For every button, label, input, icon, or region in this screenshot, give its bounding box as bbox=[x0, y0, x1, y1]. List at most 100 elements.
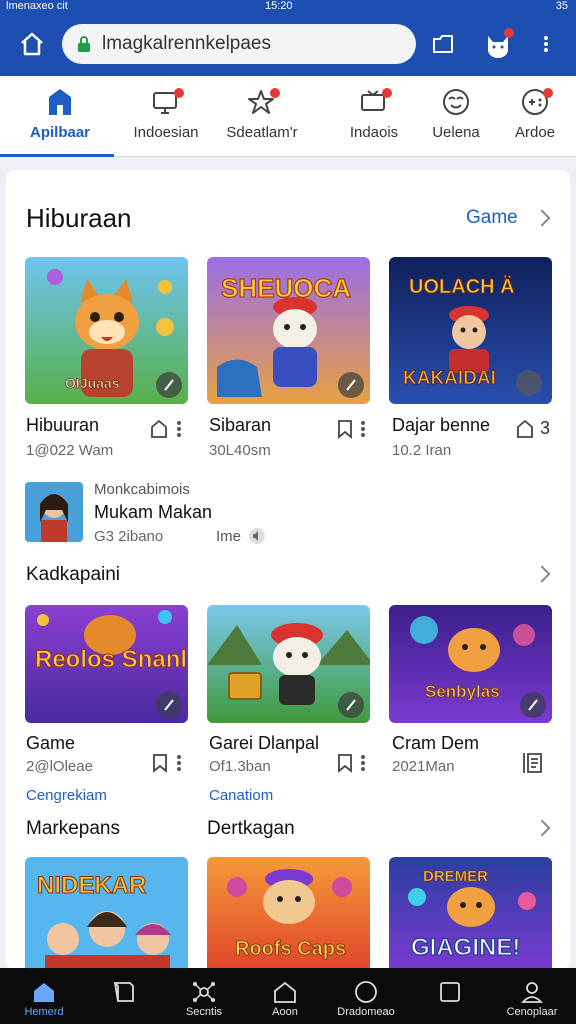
chevron-right-icon[interactable] bbox=[533, 209, 551, 227]
game-meta: 2@lOleae bbox=[26, 758, 93, 775]
more-options-icon[interactable] bbox=[361, 755, 365, 771]
game-thumbnail[interactable]: Senbylas bbox=[389, 605, 552, 723]
game-thumbnail[interactable]: OIJuaas bbox=[25, 257, 188, 404]
square-icon bbox=[438, 980, 462, 1004]
person-icon bbox=[520, 980, 544, 1004]
nav-aoon[interactable]: Aoon bbox=[245, 968, 325, 1024]
sound-icon[interactable] bbox=[248, 527, 266, 545]
chevron-right-icon[interactable] bbox=[533, 565, 551, 583]
game-thumbnail[interactable]: DREMER GIAGINE! bbox=[389, 857, 552, 970]
section-title: Dertkagan bbox=[207, 818, 295, 839]
monitor-icon bbox=[150, 86, 184, 118]
thumbnail-art-text: DREMER bbox=[423, 868, 488, 885]
fold-icon bbox=[112, 980, 136, 1004]
thumbnail-art-text: NIDEKAR bbox=[37, 872, 146, 899]
tab-indoesian[interactable]: Indoesian bbox=[118, 76, 214, 156]
side-count: 3 bbox=[540, 418, 551, 438]
game-title[interactable]: Dajar benne bbox=[392, 415, 490, 436]
url-text: lmagkalrennkelpaes bbox=[102, 33, 271, 54]
section-title: Markepans bbox=[26, 818, 120, 839]
home-icon bbox=[32, 980, 56, 1004]
content-card: Hiburaan Game OIJuaas SHEUOCA UOLACH Ä K… bbox=[6, 170, 570, 970]
tv-icon bbox=[358, 86, 392, 118]
bookmark-icon[interactable] bbox=[516, 419, 534, 439]
home-shape-icon bbox=[44, 86, 76, 118]
game-title[interactable]: Cram Dem bbox=[392, 733, 479, 754]
status-left: lmenaxeo cit bbox=[6, 0, 68, 12]
mask-icon bbox=[440, 86, 472, 118]
more-options-icon[interactable] bbox=[177, 421, 181, 437]
nav-label: Aoon bbox=[272, 1006, 298, 1018]
game-meta: 1@022 Wam bbox=[26, 442, 114, 459]
home-icon bbox=[21, 32, 43, 56]
thumbnail-art-text: Roofs Caps bbox=[235, 938, 346, 960]
home-button[interactable] bbox=[14, 28, 50, 60]
game-meta: Of1.3ban bbox=[209, 758, 271, 775]
more-options-icon[interactable] bbox=[177, 755, 181, 771]
profile-button[interactable] bbox=[478, 26, 518, 62]
tab-label: Indoesian bbox=[133, 124, 199, 141]
circle-icon bbox=[354, 980, 378, 1004]
game-title[interactable]: Game bbox=[26, 733, 75, 754]
nav-fold[interactable] bbox=[84, 968, 164, 1024]
nav-square[interactable] bbox=[410, 968, 490, 1024]
game-title[interactable]: Garei Dlanpal bbox=[209, 733, 319, 754]
featured-meta: G3 2ibano bbox=[94, 528, 164, 545]
star-icon bbox=[246, 86, 280, 118]
tab-apilbaar[interactable]: Apilbaar bbox=[12, 76, 108, 156]
bookmark-icon[interactable] bbox=[151, 753, 169, 773]
tab-label: Uelena bbox=[432, 124, 480, 141]
thumbnail-art-text: Reolos Snanlm! bbox=[35, 646, 188, 673]
game-thumbnail[interactable]: NIDEKAR bbox=[25, 857, 188, 970]
tab-label: Ardoe bbox=[514, 124, 556, 141]
game-meta: 10.2 Iran bbox=[392, 442, 452, 459]
active-tab-indicator bbox=[0, 154, 114, 157]
category-tabs: Apilbaar Indoesian Sdeatlam'r Indaois Ue… bbox=[0, 76, 576, 157]
game-meta: 30L40sm bbox=[209, 442, 271, 459]
game-title[interactable]: Hibuuran bbox=[26, 415, 99, 436]
menu-button[interactable] bbox=[544, 36, 548, 52]
bookmark-icon[interactable] bbox=[336, 753, 354, 773]
tabs-icon bbox=[433, 35, 453, 53]
game-title[interactable]: Sibaran bbox=[209, 415, 271, 436]
status-battery: 35 bbox=[555, 0, 568, 12]
bookmark-icon[interactable] bbox=[150, 419, 168, 439]
game-thumbnail[interactable] bbox=[207, 605, 370, 723]
browser-toolbar: lmagkalrennkelpaes bbox=[0, 12, 576, 76]
save-icon[interactable] bbox=[521, 751, 545, 775]
featured-title[interactable]: Mukam Makan bbox=[94, 502, 212, 523]
nav-secntis[interactable]: Secntis bbox=[164, 968, 244, 1024]
thumbnail-art-text: GIAGINE! bbox=[411, 934, 520, 961]
nav-cenoplaar[interactable]: Cenoplaar bbox=[492, 968, 572, 1024]
game-tag[interactable]: Cengrekiam bbox=[26, 787, 107, 804]
tab-ardoe[interactable]: Ardoe bbox=[487, 76, 576, 156]
tab-sdeatlamr[interactable]: Sdeatlam'r bbox=[214, 76, 310, 156]
bottom-nav: Hemerd Secntis Aoon Dradomeao Cenoplaar bbox=[0, 968, 576, 1024]
nav-label: Cenoplaar bbox=[506, 1006, 558, 1018]
status-bar: lmenaxeo cit 15:20 35 bbox=[0, 0, 576, 12]
featured-thumbnail[interactable] bbox=[25, 482, 83, 542]
more-options-icon[interactable] bbox=[361, 421, 365, 437]
thumbnail-art-text: OIJuaas bbox=[65, 375, 120, 391]
tabs-button[interactable] bbox=[426, 28, 460, 60]
game-thumbnail[interactable]: SHEUOCA bbox=[207, 257, 370, 404]
lock-icon bbox=[78, 36, 90, 52]
nav-dradomeao[interactable]: Dradomeao bbox=[326, 968, 406, 1024]
bookmark-icon[interactable] bbox=[336, 419, 354, 439]
thumbnail-art-text: KAKAIDAI bbox=[403, 368, 496, 389]
game-thumbnail[interactable]: Reolos Snanlm! bbox=[25, 605, 188, 723]
game-thumbnail[interactable]: Roofs Caps bbox=[207, 857, 370, 970]
section-more-link[interactable]: Game bbox=[466, 207, 518, 229]
game-thumbnail[interactable]: UOLACH Ä KAKAIDAI bbox=[389, 257, 552, 404]
nav-label: Hemerd bbox=[24, 1006, 64, 1018]
nav-label: Secntis bbox=[185, 1006, 223, 1018]
address-bar[interactable]: lmagkalrennkelpaes bbox=[62, 24, 416, 64]
thumbnail-art-text: Senbylas bbox=[425, 682, 500, 701]
chevron-right-icon[interactable] bbox=[533, 819, 551, 837]
game-tag[interactable]: Canatiom bbox=[209, 787, 273, 804]
nav-home[interactable]: Hemerd bbox=[4, 968, 84, 1024]
status-clock: 15:20 bbox=[265, 0, 293, 12]
tab-label: Indaois bbox=[349, 124, 399, 141]
section-title: Hiburaan bbox=[26, 203, 132, 233]
notification-badge bbox=[504, 28, 514, 38]
